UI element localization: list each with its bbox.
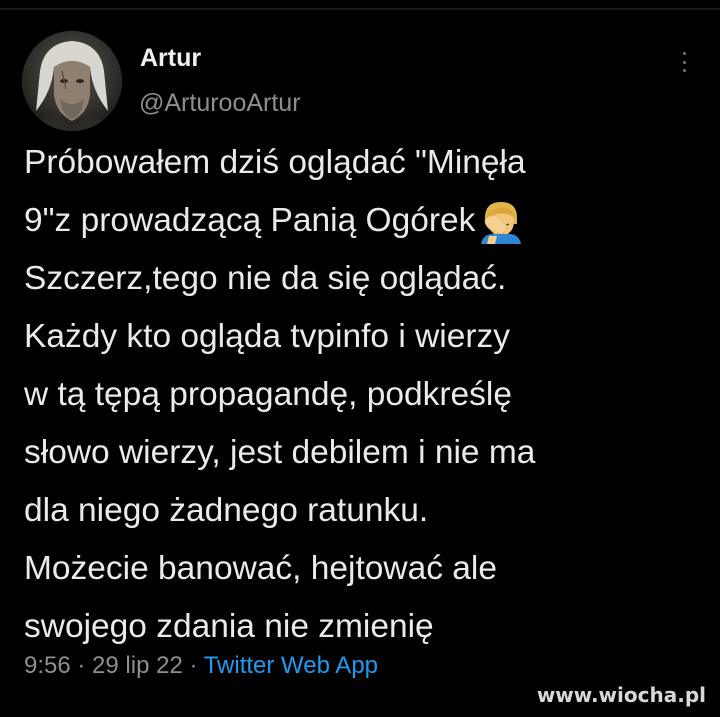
separator: · [182,652,204,679]
avatar[interactable] [22,31,122,131]
tweet-line: Każdy kto ogląda tvpinfo i wierzy [24,308,714,366]
tweet-line: Szczerz,tego nie da się oglądać. [24,250,714,308]
tweet-line: Próbowałem dziś oglądać "Minęła [24,134,714,192]
tweet-metadata: 9:56 · 29 lip 22 · Twitter Web App [24,651,378,681]
tweet-line-text: 9"z prowadzącą Panią Ogórek [24,202,476,239]
tweet-line: w tą tępą propagandę, podkreślę [24,366,714,424]
tweet-line: 9"z prowadzącą Panią Ogórek [24,192,714,250]
tweet-text: Próbowałem dziś oglądać "Minęła 9"z prow… [24,134,714,656]
watermark: www.wiocha.pl [536,683,706,707]
author-handle[interactable]: @ArturooArtur [139,88,301,118]
dot-icon [682,69,686,72]
tweet-line-text: dla niego żadnego ratunku. [24,492,429,529]
tweet-line: słowo wierzy, jest debilem i nie ma [24,424,714,482]
more-options-icon[interactable] [676,48,692,76]
tweet-line: swojego zdania nie zmienię [24,598,714,656]
tweet-source-link[interactable]: Twitter Web App [204,652,378,679]
avatar-image [22,31,122,131]
tweet-line: Możecie banować, hejtować ale [24,540,714,598]
author-name[interactable]: Artur [140,43,201,73]
top-divider [0,8,720,10]
tweet-line: dla niego żadnego ratunku. [24,482,714,540]
tweet-line-text: Możecie banować, hejtować ale [24,550,497,587]
tweet-line-text: Każdy kto ogląda tvpinfo i wierzy [24,318,510,355]
tweet-line-text: w tą tępą propagandę, podkreślę [24,376,512,413]
facepalm-emoji-icon [481,202,522,244]
tweet-time[interactable]: 9:56 [24,652,71,679]
tweet-line-text: Próbowałem dziś oglądać "Minęła [24,144,526,181]
dot-icon [682,52,686,55]
tweet-line-text: swojego zdania nie zmienię [24,608,434,645]
tweet-line-text: słowo wierzy, jest debilem i nie ma [24,434,536,471]
tweet-line-text: Szczerz,tego nie da się oglądać. [24,260,507,297]
dot-icon [682,60,686,64]
tweet-date[interactable]: 29 lip 22 [92,652,183,679]
separator: · [70,652,93,679]
